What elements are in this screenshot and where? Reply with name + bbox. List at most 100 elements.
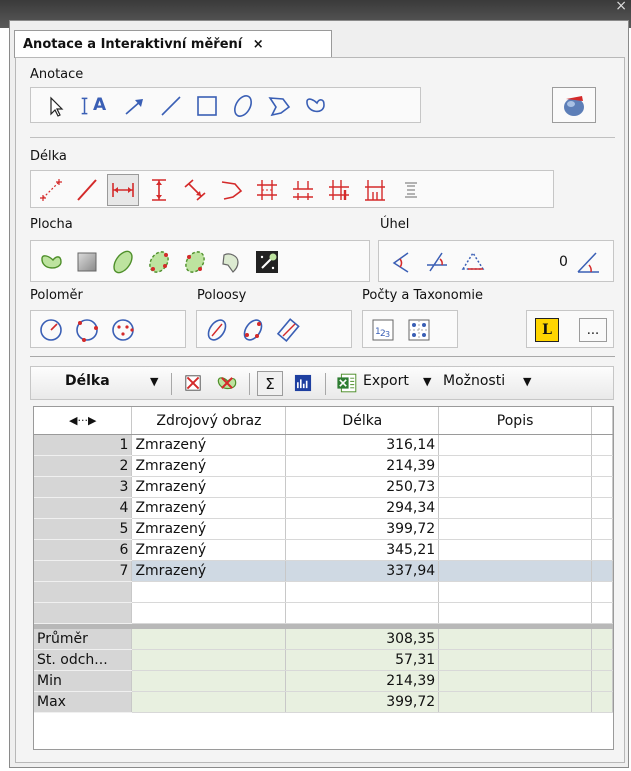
table-row[interactable]: 1 Zmrazený 316,14 (34, 434, 613, 456)
cell-source[interactable]: Zmrazený (131, 497, 287, 519)
cell-length[interactable]: 250,73 (285, 476, 440, 498)
empty-cell[interactable] (131, 581, 287, 603)
cell-description[interactable] (438, 434, 592, 456)
freehand-icon[interactable] (299, 90, 331, 122)
legend-button[interactable]: L (535, 318, 559, 342)
freehand-area-icon[interactable] (35, 246, 67, 278)
row-number[interactable]: 5 (34, 518, 133, 540)
export-menu[interactable]: Export (363, 373, 409, 389)
tab-anotace[interactable]: Anotace a Interaktivní měření × (14, 30, 332, 58)
horizontal-length-icon[interactable] (107, 174, 139, 206)
empty-cell[interactable] (438, 602, 592, 624)
empty-cell[interactable] (131, 602, 287, 624)
export-dropdown-icon[interactable]: ▼ (423, 375, 431, 388)
cell-description[interactable] (438, 560, 592, 582)
empty-cell[interactable] (591, 602, 613, 624)
horizontal-lines-icon[interactable] (287, 174, 319, 206)
tab-close-icon[interactable]: × (253, 37, 264, 52)
arrow-icon[interactable] (119, 90, 151, 122)
cell-length[interactable]: 294,34 (285, 497, 440, 519)
table-row[interactable]: 5 Zmrazený 399,72 (34, 518, 613, 540)
auto-detect-area-icon[interactable] (251, 246, 283, 278)
cell-source[interactable]: Zmrazený (131, 539, 287, 561)
column-header-description[interactable]: Popis (438, 407, 592, 435)
row-number[interactable]: 3 (34, 476, 133, 498)
table-row[interactable]: 2 Zmrazený 214,39 (34, 455, 613, 477)
more-options-button[interactable]: ... (579, 318, 607, 342)
ellipse-points-icon[interactable] (237, 314, 269, 346)
empty-cell[interactable] (285, 581, 440, 603)
perpendicular-length-icon[interactable] (179, 174, 211, 206)
row-number[interactable] (34, 602, 133, 624)
table-row[interactable]: 3 Zmrazený 250,73 (34, 476, 613, 498)
count-grid-icon[interactable] (403, 314, 435, 346)
row-number[interactable]: 2 (34, 455, 133, 477)
empty-row[interactable] (34, 602, 613, 624)
window-close-icon[interactable]: × (615, 0, 627, 14)
cell-description[interactable] (438, 476, 592, 498)
empty-cell[interactable] (438, 581, 592, 603)
grid-line-icon[interactable] (359, 174, 391, 206)
magic-wand-area-icon[interactable] (215, 246, 247, 278)
row-navigator[interactable]: ◀···▶ (34, 407, 133, 435)
cell-length[interactable]: 345,21 (285, 539, 440, 561)
line-length-icon[interactable] (71, 174, 103, 206)
text-icon[interactable]: A (75, 90, 113, 122)
angle-lines-icon[interactable] (421, 246, 453, 278)
row-number[interactable]: 1 (34, 434, 133, 456)
spline-area-icon[interactable] (179, 246, 211, 278)
ellipse-icon[interactable] (227, 90, 259, 122)
table-row[interactable]: 7 Zmrazený 337,94 (34, 560, 613, 582)
circle-fit-icon[interactable] (107, 314, 139, 346)
options-dropdown-icon[interactable]: ▼ (523, 375, 531, 388)
table-row[interactable]: 4 Zmrazený 294,34 (34, 497, 613, 519)
grid-count-icon[interactable] (251, 174, 283, 206)
delete-selected-icon[interactable] (179, 369, 207, 397)
circle-points-icon[interactable] (71, 314, 103, 346)
column-header-length[interactable]: Délka (285, 407, 440, 435)
cell-description[interactable] (438, 539, 592, 561)
angle-set-icon[interactable] (573, 246, 605, 278)
cell-length[interactable]: 399,72 (285, 518, 440, 540)
angle-3point-icon[interactable] (385, 246, 417, 278)
row-number[interactable]: 6 (34, 539, 133, 561)
cell-description[interactable] (438, 455, 592, 477)
table-row[interactable]: 6 Zmrazený 345,21 (34, 539, 613, 561)
row-number[interactable] (34, 581, 133, 603)
cell-length[interactable]: 316,14 (285, 434, 440, 456)
polygon-icon[interactable] (263, 90, 295, 122)
cell-source[interactable]: Zmrazený (131, 560, 287, 582)
rectangle-area-icon[interactable] (71, 246, 103, 278)
empty-row[interactable] (34, 581, 613, 603)
cell-length[interactable]: 337,94 (285, 560, 440, 582)
polyline-length-icon[interactable] (215, 174, 247, 206)
cell-source[interactable]: Zmrazený (131, 518, 287, 540)
count-numbers-icon[interactable]: 123 (367, 314, 399, 346)
ellipse-area-icon[interactable] (107, 246, 139, 278)
measure-select-dropdown-icon[interactable]: ▼ (150, 375, 158, 388)
angle-polygon-icon[interactable] (457, 246, 489, 278)
histogram-icon[interactable] (289, 369, 317, 397)
empty-cell[interactable] (285, 602, 440, 624)
radius-icon[interactable] (35, 314, 67, 346)
cell-description[interactable] (438, 497, 592, 519)
cell-source[interactable]: Zmrazený (131, 455, 287, 477)
rectangle-icon[interactable] (191, 90, 223, 122)
cell-length[interactable]: 214,39 (285, 455, 440, 477)
pointer-icon[interactable] (39, 90, 71, 122)
options-menu[interactable]: Možnosti (443, 373, 505, 389)
column-header-source[interactable]: Zdrojový obraz (131, 407, 287, 435)
vertical-lines-icon[interactable] (323, 174, 355, 206)
row-number[interactable]: 4 (34, 497, 133, 519)
measure-select[interactable]: Délka (65, 373, 110, 389)
ellipse-axes-icon[interactable] (201, 314, 233, 346)
empty-cell[interactable] (591, 581, 613, 603)
row-number[interactable]: 7 (34, 560, 133, 582)
point-distance-icon[interactable] (35, 174, 67, 206)
delete-all-icon[interactable] (213, 369, 241, 397)
statistics-toggle-button[interactable]: Σ (257, 371, 283, 396)
calibration-button[interactable] (552, 87, 596, 123)
line-icon[interactable] (155, 90, 187, 122)
cell-description[interactable] (438, 518, 592, 540)
vertical-length-icon[interactable] (143, 174, 175, 206)
